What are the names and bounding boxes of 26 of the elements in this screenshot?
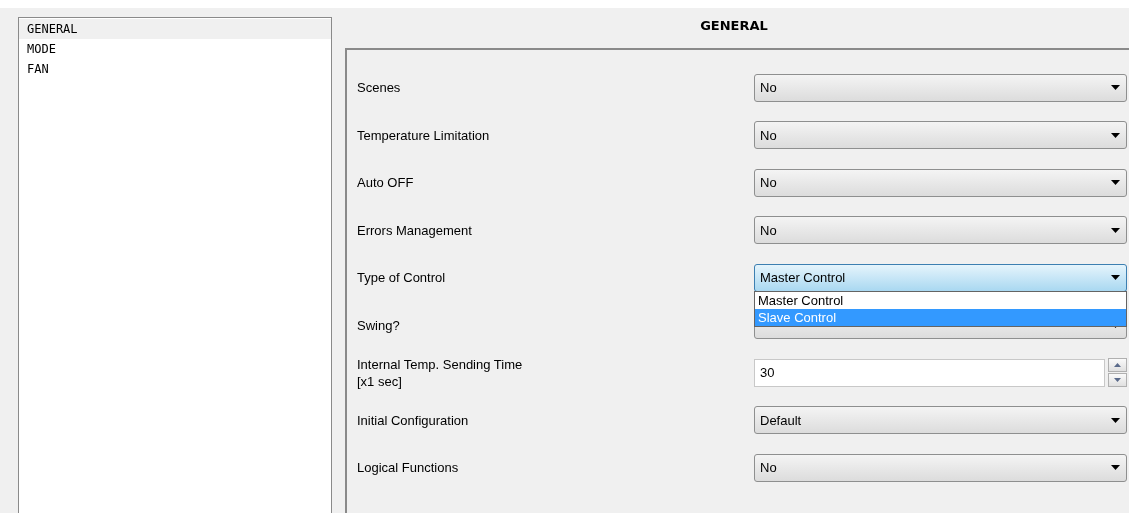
- up-triangle-icon: [1114, 363, 1121, 368]
- field-label: Type of Control: [357, 269, 447, 287]
- dropdown[interactable]: Default: [754, 406, 1127, 435]
- field-label: Temperature Limitation: [357, 126, 491, 144]
- dropdown[interactable]: No: [754, 168, 1127, 197]
- navigation-item[interactable]: FAN: [19, 59, 331, 79]
- dropdown[interactable]: No: [754, 453, 1127, 482]
- field-label: Initial Configuration: [357, 411, 470, 429]
- field-label: Errors Management: [357, 221, 473, 239]
- field-label: Internal Temp. Sending Time [x1 sec]: [357, 355, 524, 390]
- navigation-item[interactable]: MODE: [19, 39, 331, 59]
- down-triangle-icon: [1114, 378, 1121, 383]
- field-label: Auto OFF: [357, 174, 415, 192]
- spin-down-button[interactable]: [1108, 373, 1127, 388]
- dropdown[interactable]: Master Control: [754, 263, 1127, 292]
- dropdown[interactable]: No: [754, 73, 1127, 102]
- section-title: GENERAL: [700, 17, 769, 35]
- dropdown-option[interactable]: Master Control: [755, 291, 1126, 309]
- dropdown[interactable]: No: [754, 216, 1127, 245]
- field-label: Logical Functions: [357, 459, 460, 477]
- number-field[interactable]: 30: [754, 358, 1105, 387]
- dropdown[interactable]: No: [754, 121, 1127, 150]
- navigation-item[interactable]: GENERAL: [19, 19, 331, 39]
- field-label: Scenes: [357, 79, 402, 97]
- field-label: Swing?: [357, 316, 401, 334]
- spin-up-button[interactable]: [1108, 358, 1127, 373]
